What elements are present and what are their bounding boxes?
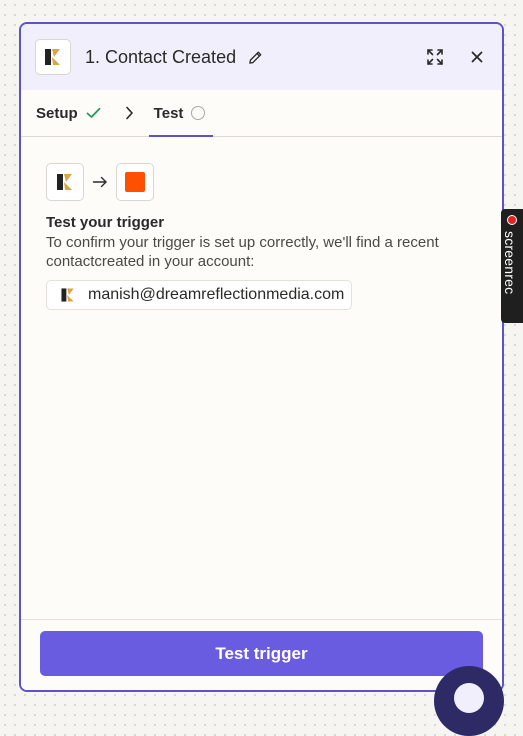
step-title: 1. Contact Created [85, 46, 237, 67]
expand-icon[interactable] [424, 46, 446, 68]
orange-square-icon [125, 172, 145, 192]
section-title: Test your trigger [46, 214, 165, 231]
header-actions [424, 46, 488, 68]
target-app-icon [116, 163, 154, 201]
account-logo-icon [59, 286, 77, 304]
help-chat-bubble[interactable] [434, 666, 504, 736]
test-trigger-button[interactable]: Test trigger [40, 631, 483, 676]
chevron-right-icon [125, 106, 134, 120]
tab-setup-label: Setup [36, 104, 78, 122]
panel-header: 1. Contact Created [21, 24, 502, 90]
arrow-right-icon [92, 176, 108, 188]
step-panel: 1. Contact Created Setup Test Test your … [19, 22, 504, 692]
checkmark-icon [86, 107, 101, 119]
app-flow [46, 163, 477, 201]
source-app-logo-icon [46, 163, 84, 201]
app-logo-icon [35, 39, 71, 75]
section-description: To confirm your trigger is set up correc… [46, 234, 439, 270]
pending-circle-icon [191, 106, 206, 120]
pencil-icon[interactable] [244, 46, 266, 68]
tab-test[interactable]: Test [148, 90, 214, 137]
step-content: Test your trigger To confirm your trigge… [21, 137, 502, 310]
account-chip[interactable]: manish@dreamreflectionmedia.com [46, 280, 353, 310]
screenrec-widget[interactable]: screenrec [501, 209, 523, 323]
tab-setup[interactable]: Setup [36, 90, 101, 136]
screenrec-label: screenrec [502, 231, 518, 295]
close-icon[interactable] [466, 46, 488, 68]
account-email: manish@dreamreflectionmedia.com [88, 286, 345, 303]
step-tabs: Setup Test [21, 90, 502, 137]
panel-footer: Test trigger [21, 619, 502, 690]
tab-test-label: Test [153, 104, 184, 122]
record-dot-icon [507, 215, 517, 225]
